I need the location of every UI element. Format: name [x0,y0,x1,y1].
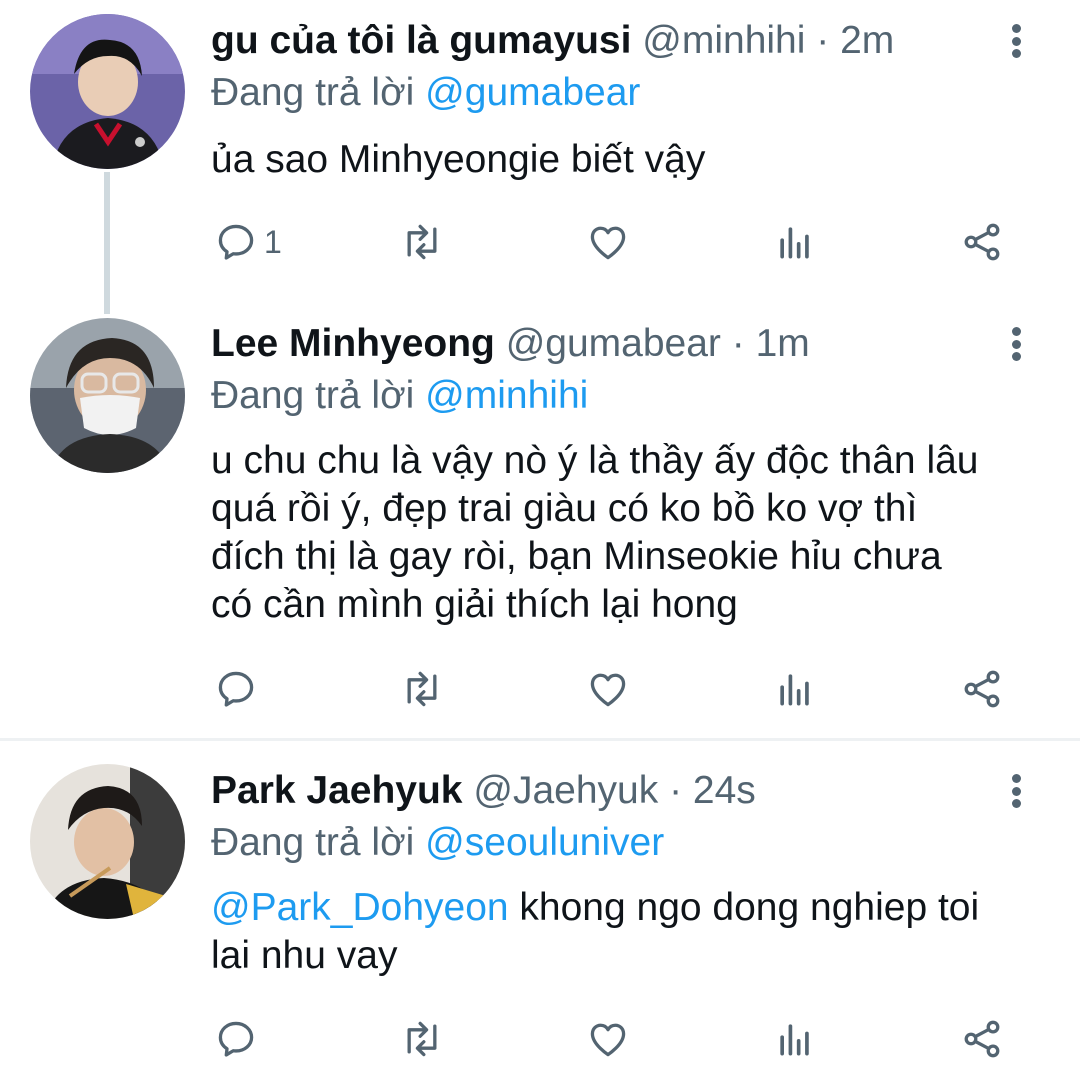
like-button[interactable] [586,1014,630,1064]
replying-to: Đang trả lời @seouluniver [211,820,664,866]
share-button[interactable] [960,217,1004,267]
analytics-icon [780,1024,809,1056]
handle[interactable]: @gumabear [506,322,721,365]
replying-to-label: Đang trả lời [211,71,415,114]
analytics-icon [780,227,809,259]
reply-icon [218,1021,254,1057]
like-button[interactable] [586,664,630,714]
analytics-button[interactable] [773,217,817,267]
analytics-button[interactable] [773,664,817,714]
replying-to-handle[interactable]: @gumabear [425,71,640,114]
avatar[interactable] [30,318,185,473]
tweet-text-line: đích thị là gay ròi, bạn Minseokie hỉu c… [211,535,942,578]
tweet-text: ủa sao Minhyeongie biết vậy [211,136,1041,184]
tweet-text-line: có cần mình giải thích lại hong [211,583,738,626]
mention-link[interactable]: @Park_Dohyeon [211,886,509,929]
tweet-text-line: lai nhu vay [211,934,398,977]
retweet-button[interactable] [400,217,444,267]
display-name[interactable]: Park Jaehyuk [211,769,463,812]
retweet-icon [407,1021,437,1057]
tweet-text: @Park_Dohyeon khong ngo dong nghiep toi … [211,884,1041,980]
avatar[interactable] [30,764,185,919]
like-icon [590,1023,626,1057]
like-icon [590,673,626,707]
tweet-header: gu của tôi là gumayusi @minhihi · 2m [211,18,894,64]
retweet-icon [407,224,437,260]
reply-icon [218,224,254,260]
share-icon [964,1020,1000,1058]
retweet-button[interactable] [400,664,444,714]
handle[interactable]: @minhihi [642,19,805,62]
reply-count: 1 [264,223,282,260]
tweet-actions: 1 [0,217,1080,267]
tweet-text-segment: khong ngo dong nghiep toi [508,886,980,929]
replying-to-handle[interactable]: @seouluniver [425,821,664,864]
tweet-text-line: quá rồi ý, đẹp trai giàu có ko bồ ko vợ … [211,487,918,530]
reply-icon [218,671,254,707]
reply-button[interactable] [214,664,264,714]
tweet-divider [0,738,1080,741]
replying-to: Đang trả lời @minhihi [211,373,588,419]
replying-to-label: Đang trả lời [211,821,415,864]
tweet-header: Lee Minhyeong @gumabear · 1m [211,321,810,367]
share-button[interactable] [960,664,1004,714]
timestamp[interactable]: · 24s [669,769,756,812]
tweet-actions [0,1014,1080,1064]
more-options-icon[interactable] [1004,18,1028,64]
tweet-header: Park Jaehyuk @Jaehyuk · 24s [211,768,756,814]
analytics-button[interactable] [773,1014,817,1064]
tweet-text-line: ủa sao Minhyeongie biết vậy [211,138,706,181]
avatar[interactable] [30,14,185,169]
tweet-text-line: u chu chu là vậy nò ý là thầy ấy độc thâ… [211,439,979,482]
display-name[interactable]: gu của tôi là gumayusi [211,19,631,62]
tweet-actions [0,664,1080,714]
share-icon [964,223,1000,261]
more-options-icon[interactable] [1004,768,1028,814]
display-name[interactable]: Lee Minhyeong [211,322,495,365]
like-icon [590,226,626,260]
reply-button[interactable] [214,1014,264,1064]
share-icon [964,670,1000,708]
more-options-icon[interactable] [1004,321,1028,367]
analytics-icon [780,674,809,706]
replying-to-label: Đang trả lời [211,374,415,417]
share-button[interactable] [960,1014,1004,1064]
handle[interactable]: @Jaehyuk [473,769,658,812]
timestamp[interactable]: · 1m [732,322,810,365]
tweet-text: u chu chu là vậy nò ý là thầy ấy độc thâ… [211,437,1041,629]
retweet-button[interactable] [400,1014,444,1064]
retweet-icon [407,671,437,707]
timestamp[interactable]: · 2m [816,19,894,62]
replying-to-handle[interactable]: @minhihi [425,374,588,417]
reply-button[interactable]: 1 [214,217,282,267]
tweet-text-line: @Park_Dohyeon khong ngo dong nghiep toi [211,884,1041,932]
replying-to: Đang trả lời @gumabear [211,70,640,116]
like-button[interactable] [586,217,630,267]
